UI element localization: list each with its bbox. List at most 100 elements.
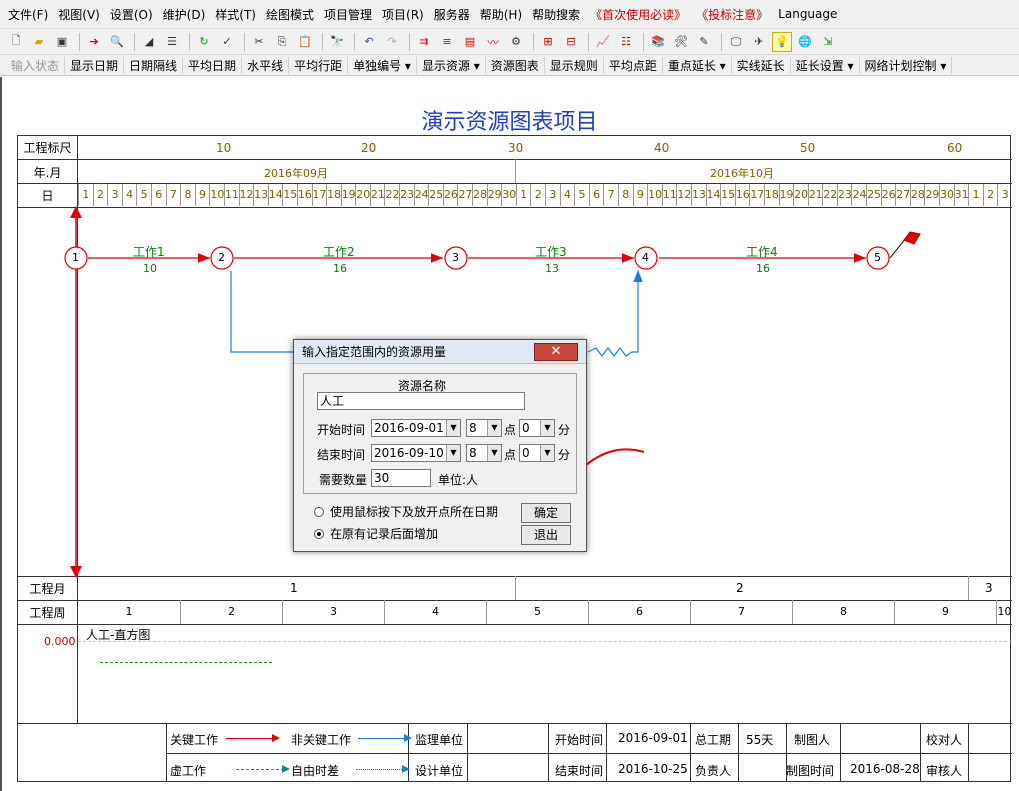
legend-reviewer-label: 审核人 (926, 764, 963, 778)
day-cell: 26 (442, 184, 458, 206)
btn-numbering[interactable]: 单独编号 ▾ (348, 56, 417, 74)
main-toolbar: 🗋 ▰ ▣ ➔ 🔍 ◢ ☰ ↻ ✓ ✂ ⎘ 📋 🔭 ↶ ↷ ⇉ ≡ ▤ 〰 ⚙ … (0, 28, 1019, 54)
btn-network-control[interactable]: 网络计划控制 ▾ (860, 56, 953, 74)
menu-file[interactable]: 文件(F) (8, 6, 48, 23)
network-icon[interactable]: ⇉ (414, 32, 434, 52)
btn-point-extend[interactable]: 重点延长 ▾ (663, 56, 732, 74)
menu-bid-notice[interactable]: 《投标注意》 (696, 6, 768, 23)
menu-first-use[interactable]: 《首次使用必读》 (590, 6, 686, 23)
chevron-down-icon[interactable]: ▼ (540, 420, 554, 436)
hour-unit-label: 点 (504, 448, 517, 462)
ok-button[interactable]: 确定 (521, 503, 571, 523)
chevron-down-icon[interactable]: ▼ (446, 445, 460, 461)
menu-project-manage[interactable]: 项目管理 (324, 6, 372, 23)
toolbar-separator (588, 32, 589, 51)
menu-server[interactable]: 服务器 (434, 6, 470, 23)
legend-owner-label: 负责人 (695, 764, 732, 778)
task-name: 工作3 (535, 245, 567, 259)
new-file-icon[interactable]: 🗋 (6, 32, 26, 52)
export-icon[interactable]: ➔ (84, 32, 104, 52)
chevron-down-icon[interactable]: ▼ (487, 445, 501, 461)
print-preview-icon[interactable]: 🔍 (107, 32, 127, 52)
btn-extend-settings[interactable]: 延长设置 ▾ (791, 56, 860, 74)
open-folder-icon[interactable]: ▰ (29, 32, 49, 52)
fill-icon[interactable]: ◢ (139, 32, 159, 52)
btn-solid-extend[interactable]: 实线延长 (732, 56, 791, 74)
start-date-select[interactable]: 2016-09-01 ▼ (371, 419, 461, 437)
menu-maintain[interactable]: 维护(D) (163, 6, 206, 23)
node-icon[interactable]: ⊞ (538, 32, 558, 52)
btn-date-lines[interactable]: 日期隔线 (124, 56, 184, 74)
bulb-icon[interactable]: 💡 (772, 31, 792, 52)
end-date-value: 2016-09-10 (374, 446, 444, 460)
end-hour-select[interactable]: 8 ▼ (466, 444, 502, 462)
menu-help-search[interactable]: 帮助搜索 (532, 6, 580, 23)
paste-icon[interactable]: 📋 (295, 32, 315, 52)
resource-icon[interactable]: ⚙ (506, 32, 526, 52)
end-min-select[interactable]: 0 ▼ (519, 444, 555, 462)
monitor-icon[interactable]: 🖵 (726, 32, 746, 52)
radio-append[interactable]: 在原有记录后面增加 (314, 525, 438, 542)
day-cell: 6 (150, 184, 166, 206)
close-icon[interactable]: ✕ (534, 343, 578, 361)
menu-help[interactable]: 帮助(H) (480, 6, 522, 23)
btn-avg-date[interactable]: 平均日期 (183, 56, 243, 74)
node2-icon[interactable]: ⊟ (561, 32, 581, 52)
exit-icon[interactable]: ⇲ (818, 32, 838, 52)
redo-icon[interactable]: ↷ (382, 32, 402, 52)
copy-icon[interactable]: ⎘ (272, 32, 292, 52)
legend-start-value: 2016-09-01 (618, 731, 688, 745)
project-month: 2 (736, 581, 744, 595)
find-icon[interactable]: 🔭 (327, 32, 347, 52)
day-cell: 30 (939, 184, 954, 206)
radio-button[interactable] (314, 506, 324, 517)
btn-input-state[interactable]: 输入状态 (6, 56, 66, 74)
curve-icon[interactable]: 〰 (483, 32, 503, 52)
table-icon[interactable]: ▤ (460, 32, 480, 52)
day-cell: 14 (705, 184, 721, 206)
menu-draw-mode[interactable]: 绘图模式 (266, 6, 314, 23)
btn-resource-chart[interactable]: 资源图表 (486, 56, 545, 74)
line-style-icon[interactable]: ☰ (162, 32, 182, 52)
plane-icon[interactable]: ✈ (749, 32, 769, 52)
chevron-down-icon[interactable]: ▼ (487, 420, 501, 436)
menu-language[interactable]: Language (778, 7, 837, 21)
menu-settings[interactable]: 设置(O) (110, 6, 153, 23)
btn-avg-point[interactable]: 平均点距 (604, 56, 663, 74)
bar-icon[interactable]: ≡ (437, 32, 457, 52)
edit-icon[interactable]: ✎ (694, 32, 714, 52)
tools-icon[interactable]: 🛠 (671, 32, 691, 52)
menu-project[interactable]: 项目(R) (382, 6, 424, 23)
day-cell: 16 (734, 184, 750, 206)
menu-style[interactable]: 样式(T) (215, 6, 256, 23)
align-icon[interactable]: ☷ (616, 32, 636, 52)
globe-icon[interactable]: 🌐 (795, 32, 815, 52)
legend-float: 自由时差 (291, 764, 340, 778)
cut-icon[interactable]: ✂ (249, 32, 269, 52)
btn-horizontal[interactable]: 水平线 (242, 56, 290, 74)
books-icon[interactable]: 📚 (648, 32, 668, 52)
resource-name-input[interactable]: 人工 (317, 392, 525, 410)
btn-avg-row[interactable]: 平均行距 (289, 56, 349, 74)
check-icon[interactable]: ✓ (217, 32, 237, 52)
btn-show-rules[interactable]: 显示规则 (545, 56, 604, 74)
menu-view[interactable]: 视图(V) (58, 6, 100, 23)
histogram-value: 0.000 (44, 635, 76, 648)
quantity-input[interactable]: 30 (371, 469, 431, 487)
btn-show-resource[interactable]: 显示资源 ▾ (417, 56, 486, 74)
pm-divider (515, 576, 516, 600)
radio-button[interactable] (314, 528, 324, 539)
save-icon[interactable]: ▣ (52, 32, 72, 52)
cancel-button[interactable]: 退出 (521, 525, 571, 545)
chevron-down-icon[interactable]: ▼ (540, 445, 554, 461)
start-min-select[interactable]: 0 ▼ (519, 419, 555, 437)
end-date-select[interactable]: 2016-09-10 ▼ (371, 444, 461, 462)
btn-show-date[interactable]: 显示日期 (65, 56, 125, 74)
chevron-down-icon[interactable]: ▼ (446, 420, 460, 436)
refresh-icon[interactable]: ↻ (194, 32, 214, 52)
start-hour-select[interactable]: 8 ▼ (466, 419, 502, 437)
radio-mouse-date[interactable]: 使用鼠标按下及放开点所在日期 (314, 503, 498, 520)
undo-icon[interactable]: ↶ (359, 32, 379, 52)
dialog-titlebar[interactable]: 输入指定范围内的资源用量 ✕ (294, 340, 586, 364)
chart-icon[interactable]: 📈 (593, 32, 613, 52)
